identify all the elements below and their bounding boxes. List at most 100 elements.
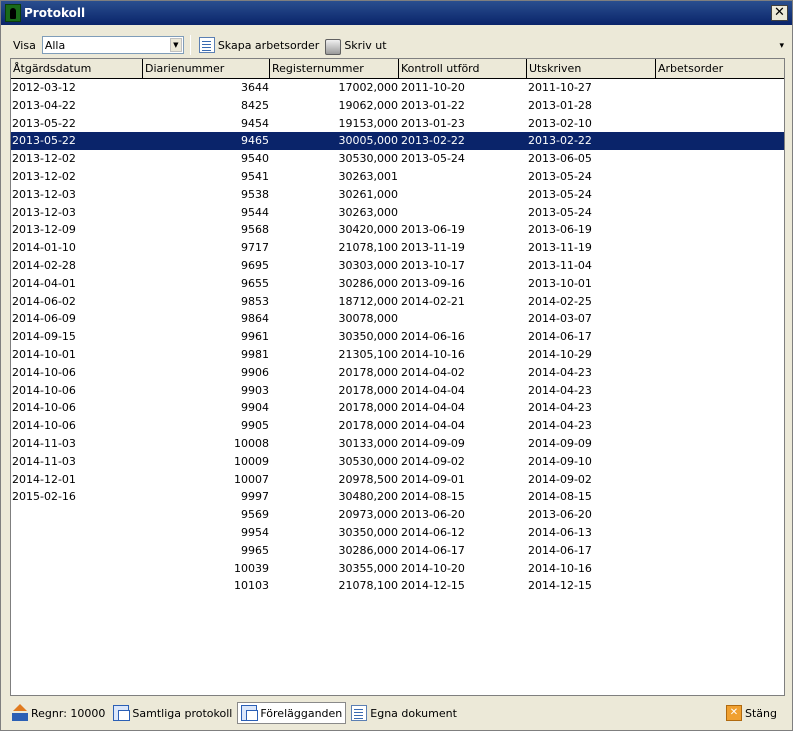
- table-cell: 20178,000: [338, 419, 399, 433]
- table-row[interactable]: 2014-09-15 9961 30350,000 2014-06-16 2014-06…: [11, 328, 784, 346]
- table-row[interactable]: 2014-10-06 9906 20178,000 2014-04-02 2014-04…: [11, 364, 784, 382]
- table-cell: [656, 221, 784, 239]
- table-cell: 2014-10-16: [401, 347, 465, 361]
- table-row[interactable]: 2014-06-02 9853 18712,000 2014-02-21 2014-02…: [11, 293, 784, 311]
- table-cell: 2013-11-19: [528, 241, 592, 255]
- table-row[interactable]: 2014-04-01 9655 30286,000 2013-09-16 2013-10…: [11, 275, 784, 293]
- table-cell: 2014-12-01: [12, 472, 76, 486]
- table-cell: 2013-12-02: [12, 169, 76, 183]
- table-cell: [656, 524, 784, 542]
- table-row[interactable]: 2014-10-01 9981 21305,100 2014-10-16 2014-10…: [11, 346, 784, 364]
- table-cell: 2014-04-04: [401, 401, 465, 415]
- table-row[interactable]: 2013-12-03 9538 30261,000 2013-05-24: [11, 186, 784, 204]
- table-cell: 2013-06-05: [528, 152, 592, 166]
- table-cell: [656, 542, 784, 560]
- table-cell: 2014-10-20: [401, 561, 465, 575]
- table-row[interactable]: 2013-05-22 9454 19153,000 2013-01-23 2013-02…: [11, 115, 784, 133]
- table-cell: 9454: [241, 116, 269, 130]
- table-cell: 2014-02-28: [12, 258, 76, 272]
- table-row[interactable]: 2014-11-03 10009 30530,000 2014-09-02 2014-0…: [11, 453, 784, 471]
- table-cell: 2014-09-01: [401, 472, 465, 486]
- table-cell: [656, 275, 784, 293]
- column-header[interactable]: Åtgärdsdatum: [11, 59, 143, 79]
- table-cell: 30263,001: [338, 169, 399, 183]
- table-cell: 9997: [241, 490, 269, 504]
- windows-icon: [113, 705, 131, 721]
- table-cell: 30263,000: [338, 205, 399, 219]
- table-row[interactable]: 2014-11-03 10008 30133,000 2014-09-09 2014-0…: [11, 435, 784, 453]
- table-cell: 2013-12-03: [12, 205, 76, 219]
- column-header[interactable]: Arbetsorder: [656, 59, 782, 79]
- table-row[interactable]: 9965 30286,000 2014-06-17 2014-06-17: [11, 542, 784, 560]
- table-row[interactable]: 2014-10-06 9903 20178,000 2014-04-04 2014-04…: [11, 382, 784, 400]
- column-header[interactable]: Utskriven: [527, 59, 656, 79]
- table-cell: 20178,000: [338, 383, 399, 397]
- table-cell: 9465: [241, 134, 269, 148]
- status-bar: Regnr: 10000 Samtliga protokoll Förelägg…: [3, 701, 790, 725]
- table-cell: [400, 310, 527, 328]
- column-header[interactable]: Kontroll utförd: [399, 59, 527, 79]
- table-cell: 9905: [241, 419, 269, 433]
- table-row[interactable]: 2014-12-01 10007 20978,500 2014-09-01 2014-0…: [11, 471, 784, 489]
- table-row[interactable]: 2013-12-03 9544 30263,000 2013-05-24: [11, 204, 784, 222]
- table-cell: 9540: [241, 152, 269, 166]
- table-row[interactable]: 2013-05-22 9465 30005,000 2013-02-22 2013-02…: [11, 132, 784, 151]
- table-row[interactable]: 2013-04-22 8425 19062,000 2013-01-22 2013-01…: [11, 97, 784, 115]
- table-row[interactable]: 10039 30355,000 2014-10-20 2014-10-16: [11, 560, 784, 578]
- table-row[interactable]: 2013-12-09 9568 30420,000 2013-06-19 2013-06…: [11, 221, 784, 239]
- table-cell: 2014-09-10: [528, 454, 592, 468]
- window-close-button[interactable]: ✕: [771, 5, 788, 21]
- table-cell: 2014-04-04: [401, 419, 465, 433]
- column-header[interactable]: Registernummer: [270, 59, 399, 79]
- table-row[interactable]: 2014-10-06 9905 20178,000 2014-04-04 2014-04…: [11, 417, 784, 435]
- table-body: 2012-03-12 3644 17002,000 2011-10-20 2011-10…: [11, 79, 784, 595]
- table-cell: 30286,000: [338, 543, 399, 557]
- close-label: Stäng: [745, 706, 777, 720]
- table-cell: [11, 577, 143, 595]
- table-cell: 2013-01-28: [528, 98, 592, 112]
- toolbar-overflow-icon[interactable]: ▾: [779, 41, 784, 51]
- table-row[interactable]: 2014-10-06 9904 20178,000 2014-04-04 2014-04…: [11, 399, 784, 417]
- table-row[interactable]: 2015-02-16 9997 30480,200 2014-08-15 2014-08…: [11, 488, 784, 506]
- print-button[interactable]: Skriv ut: [322, 34, 389, 56]
- own-documents-button[interactable]: Egna dokument: [348, 702, 460, 724]
- table-cell: 9541: [241, 169, 269, 183]
- table-cell: 2013-06-19: [401, 223, 465, 237]
- title-bar[interactable]: Protokoll ✕: [1, 1, 792, 25]
- chevron-down-icon[interactable]: ▼: [169, 38, 182, 52]
- table-cell: 2013-02-22: [528, 134, 592, 148]
- table-cell: 19062,000: [338, 98, 399, 112]
- table-row[interactable]: 10103 21078,100 2014-12-15 2014-12-15: [11, 577, 784, 595]
- table-cell: 9717: [241, 241, 269, 255]
- table-row[interactable]: 2013-12-02 9541 30263,001 2013-05-24: [11, 168, 784, 186]
- column-header[interactable]: Diarienummer: [143, 59, 270, 79]
- table-cell: [656, 150, 784, 168]
- regnr-label: Regnr: 10000: [31, 706, 106, 720]
- table-cell: [656, 488, 784, 506]
- table-cell: 30350,000: [338, 525, 399, 539]
- table-header: Åtgärdsdatum Diarienummer Registernummer Ko…: [11, 59, 784, 79]
- table-cell: 21305,100: [338, 347, 399, 361]
- table-row[interactable]: 2014-06-09 9864 30078,000 2014-03-07: [11, 310, 784, 328]
- table-cell: 2012-03-12: [12, 81, 76, 94]
- table-row[interactable]: 9569 20973,000 2013-06-20 2013-06-20: [11, 506, 784, 524]
- visa-select[interactable]: Alla ▼: [41, 36, 184, 54]
- table-cell: 2014-09-02: [528, 472, 592, 486]
- table-cell: 30303,000: [338, 258, 399, 272]
- table-row[interactable]: 9954 30350,000 2014-06-12 2014-06-13: [11, 524, 784, 542]
- table-row[interactable]: 2013-12-02 9540 30530,000 2013-05-24 2013-06…: [11, 150, 784, 168]
- table-cell: 2013-12-02: [12, 152, 76, 166]
- table-cell: [11, 542, 143, 560]
- table-row[interactable]: 2014-01-10 9717 21078,100 2013-11-19 2013-11…: [11, 239, 784, 257]
- create-work-order-button[interactable]: Skapa arbetsorder: [196, 34, 323, 56]
- table-cell: 10008: [234, 436, 269, 450]
- close-button[interactable]: ✕ Stäng: [723, 702, 780, 724]
- table-row[interactable]: 2014-02-28 9695 30303,000 2013-10-17 2013-11…: [11, 257, 784, 275]
- toolbar-separator: [189, 35, 191, 55]
- table-cell: 30133,000: [338, 436, 399, 450]
- table-cell: [400, 168, 527, 186]
- orders-button[interactable]: Förelägganden: [237, 702, 347, 724]
- all-protocols-button[interactable]: Samtliga protokoll: [110, 702, 235, 724]
- table-cell: 30286,000: [338, 276, 399, 290]
- table-row[interactable]: 2012-03-12 3644 17002,000 2011-10-20 2011-10…: [11, 79, 784, 97]
